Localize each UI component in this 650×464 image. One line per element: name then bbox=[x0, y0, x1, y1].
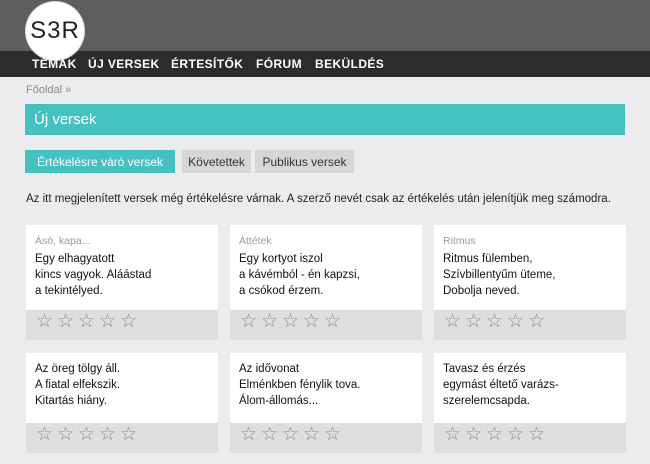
top-header bbox=[0, 0, 650, 51]
star-icon[interactable]: ☆ bbox=[324, 425, 341, 444]
nav-item-ertesitok[interactable]: ÉRTESÍTŐK bbox=[171, 57, 243, 71]
main-nav: TÉMÁK ÚJ VERSEK ÉRTESÍTŐK FÓRUM BEKÜLDÉS bbox=[0, 51, 650, 77]
star-icon[interactable]: ☆ bbox=[261, 425, 278, 444]
poem-line: szerelemcsapda. bbox=[443, 395, 530, 407]
star-icon[interactable]: ☆ bbox=[324, 312, 341, 331]
poem-line: Egy elhagyatott bbox=[35, 253, 115, 265]
tab-ertekelesre-varo[interactable]: Értékelésre váró versek bbox=[25, 150, 175, 173]
star-rating: ☆ ☆ ☆ ☆ ☆ bbox=[434, 310, 626, 340]
page-title: Új versek bbox=[34, 111, 97, 128]
star-icon[interactable]: ☆ bbox=[78, 425, 95, 444]
intro-text: Az itt megjelenített versek még értékelé… bbox=[26, 193, 611, 205]
poem-card[interactable]: Áttétek Egy kortyot iszol a kávémból - én … bbox=[230, 225, 422, 340]
star-icon[interactable]: ☆ bbox=[36, 425, 53, 444]
site-logo[interactable]: S3R bbox=[26, 2, 84, 60]
star-icon[interactable]: ☆ bbox=[444, 425, 461, 444]
star-icon[interactable]: ☆ bbox=[303, 312, 320, 331]
star-icon[interactable]: ☆ bbox=[57, 425, 74, 444]
poem-card[interactable]: Az idővonat Elménkben fénylik tova. Álom-á… bbox=[230, 353, 422, 453]
poem-line: Szívbillentyűm üteme, bbox=[443, 269, 556, 281]
poem-line: Elménkben fénylik tova. bbox=[239, 379, 361, 391]
star-icon[interactable]: ☆ bbox=[528, 312, 545, 331]
star-icon[interactable]: ☆ bbox=[444, 312, 461, 331]
poem-line: Egy kortyot iszol bbox=[239, 253, 323, 265]
poem-card[interactable]: Ritmus Ritmus fülemben, Szívbillentyűm üte… bbox=[434, 225, 626, 340]
star-icon[interactable]: ☆ bbox=[507, 312, 524, 331]
star-icon[interactable]: ☆ bbox=[36, 312, 53, 331]
star-icon[interactable]: ☆ bbox=[303, 425, 320, 444]
star-icon[interactable]: ☆ bbox=[99, 312, 116, 331]
star-icon[interactable]: ☆ bbox=[261, 312, 278, 331]
star-icon[interactable]: ☆ bbox=[120, 425, 137, 444]
star-rating: ☆ ☆ ☆ ☆ ☆ bbox=[230, 423, 422, 453]
poem-line: Álom-állomás... bbox=[239, 395, 319, 407]
poem-card[interactable]: Tavasz és érzés egymást éltető varázs-sze… bbox=[434, 353, 626, 453]
star-icon[interactable]: ☆ bbox=[465, 312, 482, 331]
nav-item-uj-versek[interactable]: ÚJ VERSEK bbox=[88, 57, 160, 71]
nav-item-forum[interactable]: FÓRUM bbox=[256, 57, 302, 71]
nav-item-bekuldes[interactable]: BEKÜLDÉS bbox=[315, 57, 384, 71]
star-icon[interactable]: ☆ bbox=[282, 312, 299, 331]
star-icon[interactable]: ☆ bbox=[240, 425, 257, 444]
star-icon[interactable]: ☆ bbox=[99, 425, 116, 444]
poem-author: Ásó, kapa... bbox=[35, 235, 91, 247]
poem-card[interactable]: Ásó, kapa... Egy elhagyatott kincs vagyok.… bbox=[26, 225, 218, 340]
poem-line: Tavasz és érzés bbox=[443, 363, 526, 375]
poem-author: Áttétek bbox=[239, 235, 272, 247]
star-icon[interactable]: ☆ bbox=[120, 312, 137, 331]
star-rating: ☆ ☆ ☆ ☆ ☆ bbox=[26, 310, 218, 340]
star-icon[interactable]: ☆ bbox=[57, 312, 74, 331]
tab-publikus-versek[interactable]: Publikus versek bbox=[255, 150, 354, 173]
poem-line: A fiatal elfekszik. bbox=[35, 379, 121, 391]
poem-line: a csókod érzem. bbox=[239, 285, 324, 297]
logo-text: S3R bbox=[30, 17, 80, 44]
poem-line: Kitartás hiány. bbox=[35, 395, 108, 407]
star-icon[interactable]: ☆ bbox=[282, 425, 299, 444]
poem-line: kincs vagyok. Aláástad bbox=[35, 269, 152, 281]
page-title-bar: Új versek bbox=[25, 104, 625, 135]
star-icon[interactable]: ☆ bbox=[240, 312, 257, 331]
star-icon[interactable]: ☆ bbox=[465, 425, 482, 444]
star-icon[interactable]: ☆ bbox=[507, 425, 524, 444]
poem-line: Az öreg tölgy áll. bbox=[35, 363, 121, 375]
poem-card[interactable]: Az öreg tölgy áll. A fiatal elfekszik. Kit… bbox=[26, 353, 218, 453]
star-rating: ☆ ☆ ☆ ☆ ☆ bbox=[26, 423, 218, 453]
tab-kovetettek[interactable]: Követettek bbox=[182, 150, 251, 173]
poem-line: egymást éltető varázs- bbox=[443, 379, 559, 391]
star-rating: ☆ ☆ ☆ ☆ ☆ bbox=[434, 423, 626, 453]
poem-line: Dobolja neved. bbox=[443, 285, 520, 297]
star-rating: ☆ ☆ ☆ ☆ ☆ bbox=[230, 310, 422, 340]
star-icon[interactable]: ☆ bbox=[486, 425, 503, 444]
star-icon[interactable]: ☆ bbox=[486, 312, 503, 331]
breadcrumb[interactable]: Főoldal » bbox=[26, 84, 71, 96]
poem-line: a tekintélyed. bbox=[35, 285, 103, 297]
poem-line: Ritmus fülemben, bbox=[443, 253, 533, 265]
poem-author: Ritmus bbox=[443, 235, 476, 247]
poem-line: Az idővonat bbox=[239, 363, 300, 375]
star-icon[interactable]: ☆ bbox=[78, 312, 95, 331]
star-icon[interactable]: ☆ bbox=[528, 425, 545, 444]
poem-line: a kávémból - én kapzsi, bbox=[239, 269, 360, 281]
